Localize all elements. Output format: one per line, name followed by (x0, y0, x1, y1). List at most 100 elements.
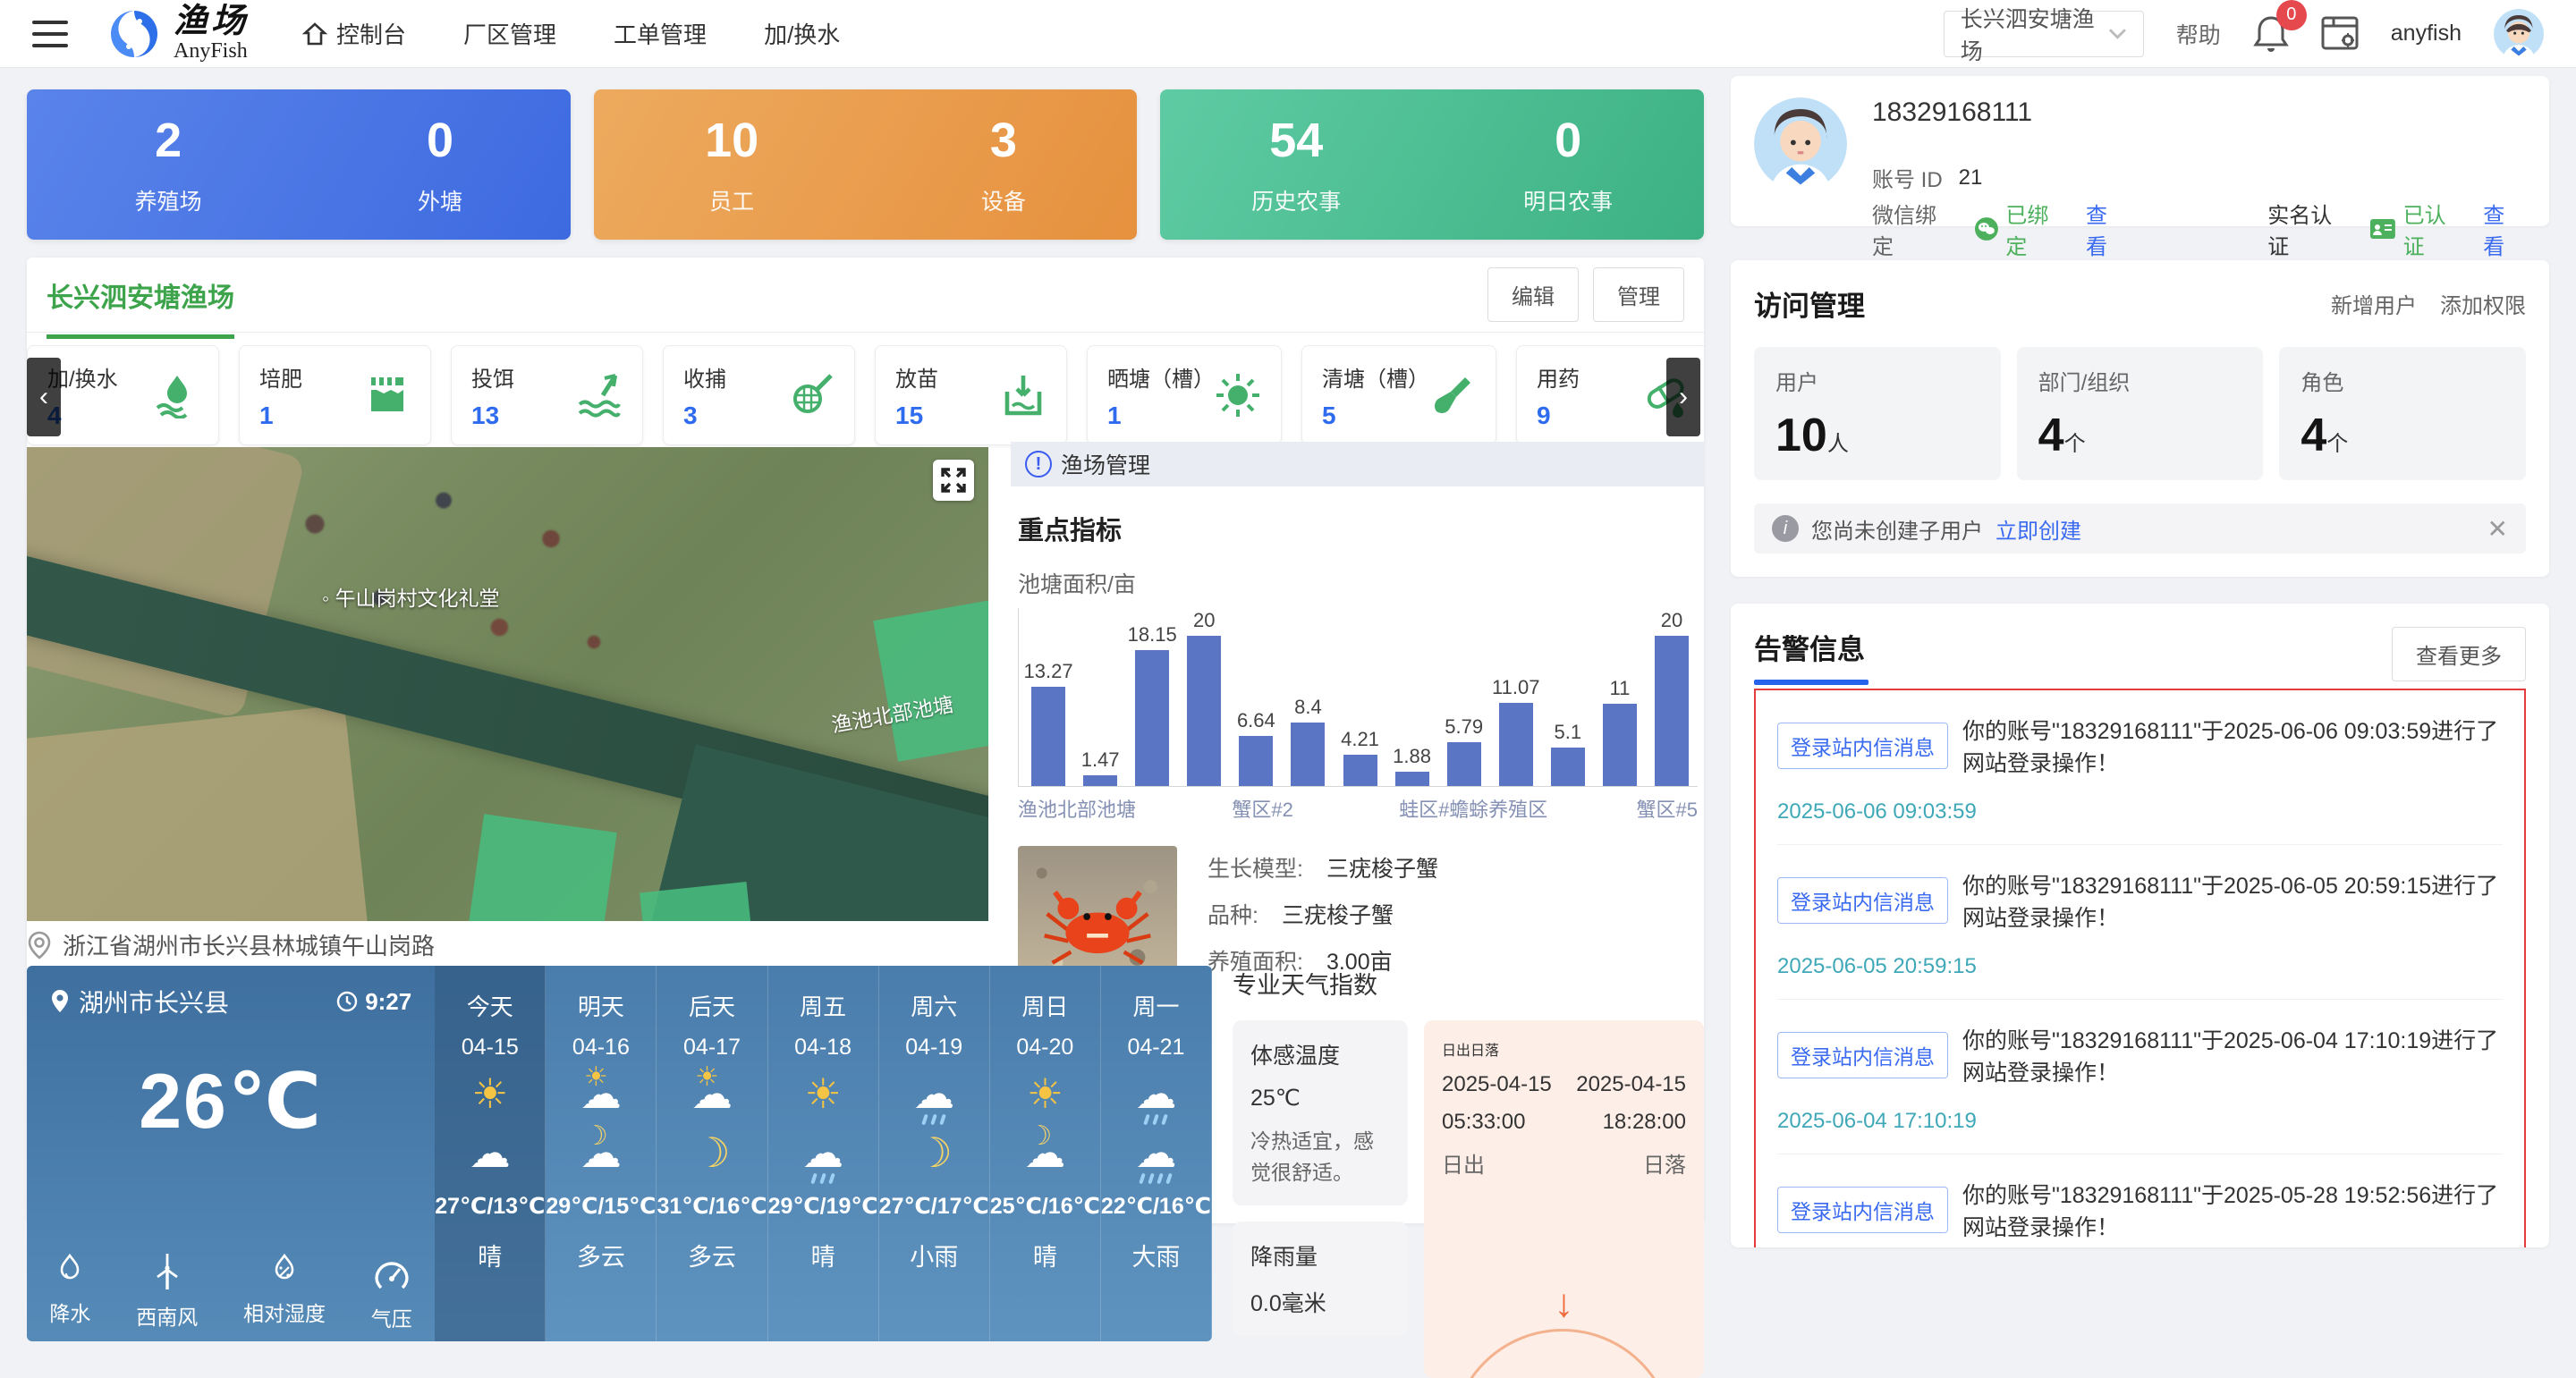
farm-card-header: 长兴泗安塘渔场 编辑 管理 (27, 258, 1704, 333)
stat-card-blue[interactable]: 2养殖场0外塘 (27, 89, 571, 240)
sub-user-notice: i 您尚未创建子用户立即创建 ✕ (1754, 503, 2526, 554)
bar (1239, 736, 1273, 786)
forecast-day-04-18[interactable]: 周五04-18☀☁29℃/19℃晴 (768, 966, 879, 1341)
wechat-view-link[interactable]: 查看 (2086, 198, 2129, 260)
forecast-day-04-21[interactable]: 周一04-21☁☁22℃/16℃大雨 (1101, 966, 1212, 1341)
weather-metric-droplet: 降水 (49, 1252, 90, 1332)
task-card-net[interactable]: 收捕3 (663, 345, 855, 445)
nav-area-mgmt[interactable]: 厂区管理 (463, 17, 556, 50)
access-stat-roles[interactable]: 角色4个 (2279, 347, 2526, 480)
username[interactable]: anyfish (2391, 21, 2462, 46)
bar-value: 4.21 (1341, 728, 1379, 751)
alarm-item: 登录站内信消息你的账号"18329168111"于2025-06-04 17:1… (1777, 1000, 2503, 1154)
access-stat-users[interactable]: 用户10人 (1754, 347, 2001, 480)
bar (1447, 742, 1481, 786)
add-permission-link[interactable]: 添加权限 (2440, 288, 2526, 319)
task-label: 晒塘（槽） (1107, 361, 1215, 393)
workbench-icon[interactable] (2321, 16, 2359, 52)
forecast-day-04-17[interactable]: 后天04-17☀☁☽31℃/16℃多云 (657, 966, 767, 1341)
access-stat-unit: 个 (2064, 432, 2086, 456)
x-tick-label: 蛙区#蟾蜍养殖区 (1399, 794, 1547, 823)
alarm-type-badge[interactable]: 登录站内信消息 (1777, 723, 1948, 769)
main-nav: 控制台 厂区管理 工单管理 加/换水 (302, 17, 840, 50)
clock-icon (336, 991, 358, 1012)
task-card-sun[interactable]: 晒塘（槽）1 (1087, 345, 1282, 445)
forecast-day-04-16[interactable]: 明天04-16☀☁☽☁29℃/15℃多云 (546, 966, 657, 1341)
tab-farm-name[interactable]: 长兴泗安塘渔场 (47, 275, 234, 339)
bar-value: 1.88 (1393, 745, 1431, 768)
fullscreen-icon[interactable] (933, 460, 974, 501)
menu-icon[interactable] (32, 21, 68, 47)
stat-card-orange[interactable]: 10员工3设备 (594, 89, 1138, 240)
alarm-type-badge[interactable]: 登录站内信消息 (1777, 1032, 1948, 1078)
task-card-release[interactable]: 放苗15 (875, 345, 1067, 445)
task-count: 3 (683, 402, 726, 430)
stat-block: 10员工 (705, 113, 758, 216)
feeding-icon (576, 372, 623, 418)
species-photo (1018, 846, 1177, 982)
growth-model-label: 生长模型: (1208, 851, 1303, 883)
farm-map[interactable]: ◦ 午山岗村文化礼堂 渔池北部池塘 (27, 447, 988, 921)
species-value: 三疣梭子蟹 (1282, 898, 1394, 930)
access-stat-departments[interactable]: 部门/组织4个 (2017, 347, 2264, 480)
alarm-message: 你的账号"18329168111"于2025-06-06 09:03:59进行了… (1962, 714, 2503, 778)
manage-button[interactable]: 管理 (1593, 267, 1684, 322)
edit-button[interactable]: 编辑 (1487, 267, 1579, 322)
profile-avatar (1754, 97, 1847, 190)
notification-bell-icon[interactable]: 0 (2253, 14, 2289, 54)
net-icon (788, 372, 835, 418)
pond-polygon[interactable] (465, 814, 616, 921)
stat-block: 0明日农事 (1523, 113, 1613, 216)
chevron-down-icon (2108, 28, 2127, 40)
weather-metric-wind: 西南风 (136, 1252, 198, 1332)
bar (1187, 636, 1221, 786)
shovel-icon (1429, 372, 1476, 418)
close-icon[interactable]: ✕ (2487, 514, 2508, 544)
pond-polygon[interactable] (640, 882, 756, 921)
pond-polygon[interactable]: 渔池北部池塘 (873, 597, 988, 762)
rain-icon: ☁ (802, 1127, 843, 1179)
stat-label: 设备 (981, 184, 1026, 216)
add-user-link[interactable]: 新增用户 (2331, 288, 2417, 319)
sunrise-sunset-card: 日出日落 2025-04-152025-04-15 05:33:0018:28:… (1424, 1020, 1704, 1378)
alarm-type-badge[interactable]: 登录站内信消息 (1777, 1187, 1948, 1233)
task-card-feeding[interactable]: 投饵13 (451, 345, 643, 445)
forecast-day-04-20[interactable]: 周日04-20☀☽☁25℃/16℃晴 (990, 966, 1101, 1341)
task-card-tank[interactable]: 培肥1 (239, 345, 431, 445)
avatar[interactable] (2494, 9, 2544, 59)
create-now-link[interactable]: 立即创建 (1996, 513, 2081, 545)
wechat-icon (1974, 216, 1999, 241)
location-pin-icon (50, 989, 70, 1014)
weather-metric-gauge: 气压 (371, 1252, 412, 1332)
sun-icon: ☀ (471, 1068, 508, 1120)
left-column: 2养殖场0外塘10员工3设备54历史农事0明日农事 长兴泗安塘渔场 编辑 管理 … (27, 89, 1704, 1223)
task-card-shovel[interactable]: 清塘（槽）5 (1301, 345, 1496, 445)
bar (1135, 650, 1169, 786)
forecast-day-04-19[interactable]: 周六04-19☁☽27℃/17℃小雨 (879, 966, 990, 1341)
id-card-icon (2369, 218, 2396, 240)
stat-card-green[interactable]: 54历史农事0明日农事 (1160, 89, 1704, 240)
view-more-button[interactable]: 查看更多 (2392, 627, 2526, 681)
wind-icon (148, 1252, 187, 1291)
sun-icon (1215, 372, 1261, 418)
profile-card: 18329168111 账号 ID 21 微信绑定 已绑定 查看 实名认证 (1731, 76, 2549, 226)
nav-workorder-mgmt[interactable]: 工单管理 (614, 17, 707, 50)
scroll-right-button[interactable]: › (1666, 358, 1700, 436)
alarm-type-badge[interactable]: 登录站内信消息 (1777, 877, 1948, 924)
bar-column: 13.27 (1022, 660, 1074, 786)
task-count: 5 (1322, 402, 1429, 430)
forecast-day-04-15[interactable]: 今天04-15☀☁27℃/13℃晴 (435, 966, 546, 1341)
nav-console[interactable]: 控制台 (302, 17, 406, 50)
weather-location: 湖州市长兴县 (79, 984, 229, 1019)
humidity-icon (267, 1252, 302, 1288)
realname-view-link[interactable]: 查看 (2483, 198, 2526, 260)
help-link[interactable]: 帮助 (2176, 18, 2221, 50)
scroll-left-button[interactable]: ‹ (27, 358, 61, 436)
nav-add-water[interactable]: 加/换水 (764, 17, 840, 50)
info-icon: i (1772, 515, 1799, 542)
farm-select[interactable]: 长兴泗安塘渔场 (1944, 11, 2144, 57)
x-tick-label: 蟹区#2 (1232, 794, 1292, 823)
growth-model-block: 生长模型:三疣梭子蟹 品种:三疣梭子蟹 养殖面积:3.00亩 (1018, 846, 1704, 982)
right-column: 18329168111 账号 ID 21 微信绑定 已绑定 查看 实名认证 (1731, 76, 2549, 1247)
stat-block: 2养殖场 (135, 113, 202, 216)
